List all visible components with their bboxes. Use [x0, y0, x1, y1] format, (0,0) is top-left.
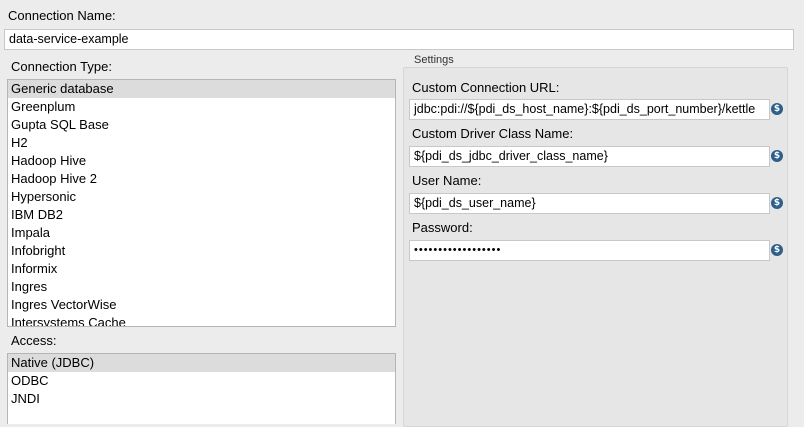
user-name-input[interactable]: ${pdi_ds_user_name} [409, 193, 770, 214]
variable-dollar-icon[interactable]: $ [771, 150, 783, 162]
access-item[interactable]: Native (JDBC) [8, 354, 395, 372]
connection-type-item[interactable]: Hadoop Hive 2 [8, 170, 395, 188]
connection-type-item[interactable]: Ingres [8, 278, 395, 296]
user-name-label: User Name: [412, 173, 482, 188]
connection-name-label: Connection Name: [8, 8, 116, 23]
variable-dollar-icon[interactable]: $ [771, 244, 783, 256]
password-label: Password: [412, 220, 473, 235]
connection-type-item[interactable]: Greenplum [8, 98, 395, 116]
connection-type-label: Connection Type: [11, 59, 112, 74]
custom-url-label: Custom Connection URL: [412, 80, 560, 95]
access-item[interactable]: JNDI [8, 390, 395, 408]
connection-type-item[interactable]: Informix [8, 260, 395, 278]
driver-class-input[interactable]: ${pdi_ds_jdbc_driver_class_name} [409, 146, 770, 167]
variable-dollar-icon[interactable]: $ [771, 197, 783, 209]
access-label: Access: [11, 333, 57, 348]
driver-class-label: Custom Driver Class Name: [412, 126, 574, 141]
access-item[interactable]: ODBC [8, 372, 395, 390]
connection-type-item[interactable]: Infobright [8, 242, 395, 260]
connection-name-input[interactable]: data-service-example [4, 29, 794, 50]
connection-type-item[interactable]: H2 [8, 134, 395, 152]
connection-type-list[interactable]: Generic database Greenplum Gupta SQL Base H… [7, 79, 396, 327]
connection-type-item[interactable]: Ingres VectorWise [8, 296, 395, 314]
connection-type-item[interactable]: Generic database [8, 80, 395, 98]
custom-url-input[interactable]: jdbc:pdi://${pdi_ds_host_name}:${pdi_ds_… [409, 99, 770, 120]
connection-type-item[interactable]: Impala [8, 224, 395, 242]
settings-title: Settings [414, 54, 454, 66]
connection-type-item[interactable]: Hypersonic [8, 188, 395, 206]
connection-type-item[interactable]: Hadoop Hive [8, 152, 395, 170]
connection-type-item[interactable]: IBM DB2 [8, 206, 395, 224]
connection-type-item[interactable]: Intersystems Cache [8, 314, 395, 326]
password-input[interactable]: •••••••••••••••••• [409, 240, 770, 261]
connection-type-item[interactable]: Gupta SQL Base [8, 116, 395, 134]
access-list[interactable]: Native (JDBC) ODBC JNDI [7, 353, 396, 424]
variable-dollar-icon[interactable]: $ [771, 103, 783, 115]
